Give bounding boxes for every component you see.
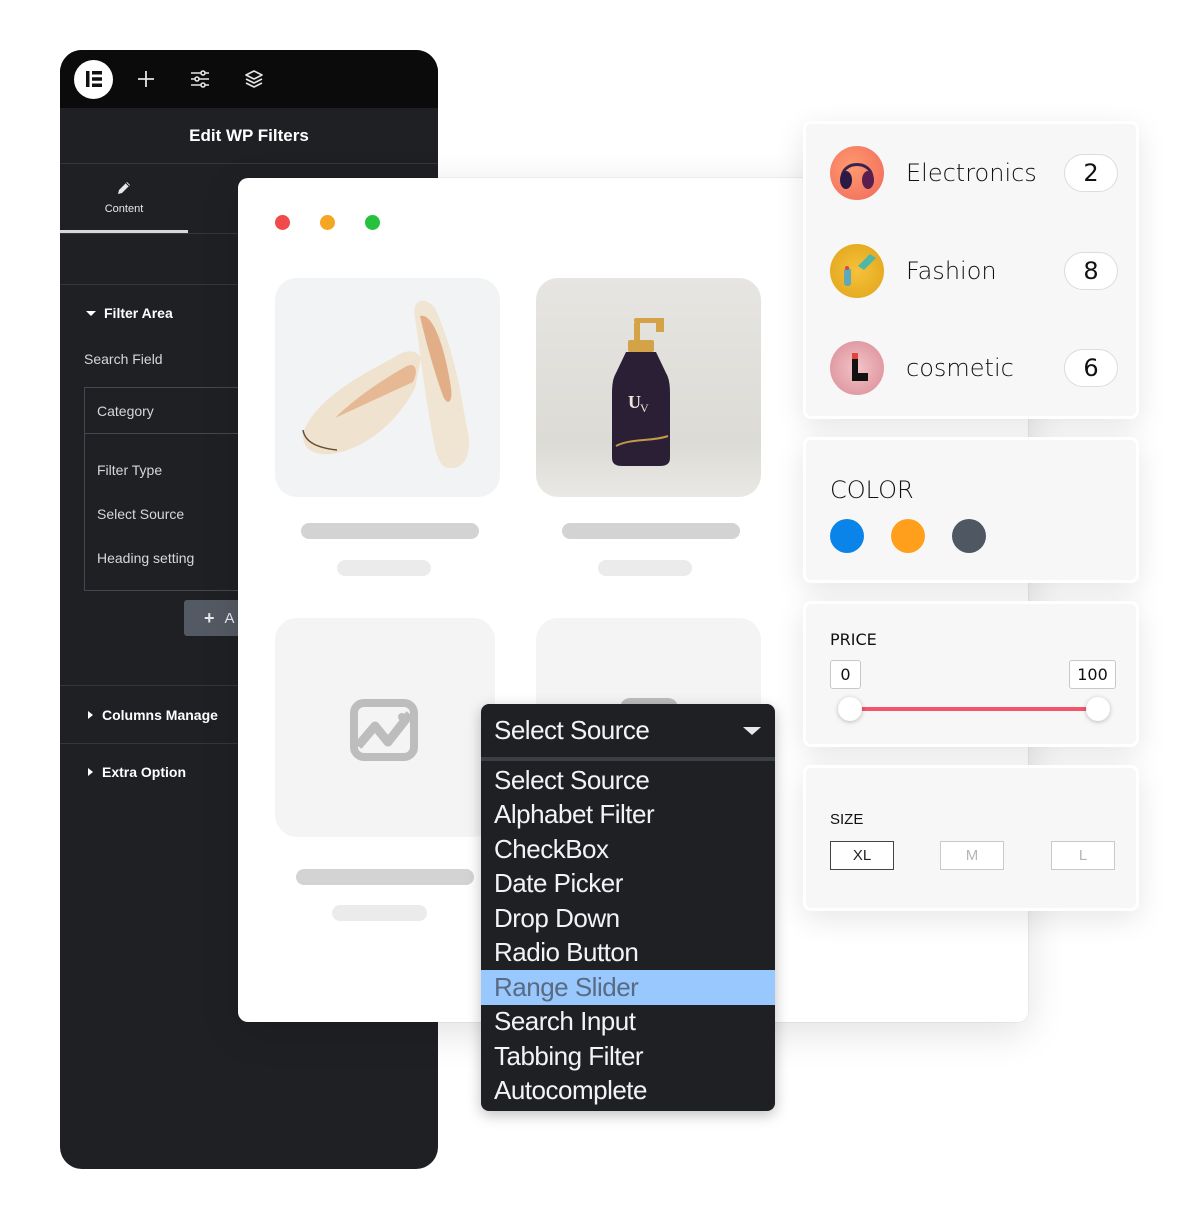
plus-icon[interactable] [119,59,173,99]
color-swatch-blue[interactable] [830,519,864,553]
product-price-placeholder [337,560,431,576]
section-label: Columns Manage [102,707,218,723]
category-name: Electronics [906,159,1037,187]
category-count: 8 [1064,252,1118,290]
bottle-image-icon: U V [612,318,670,466]
color-label: COLOR [830,476,914,504]
price-label: PRICE [830,630,877,649]
dropdown-option[interactable]: Select Source [481,763,775,798]
category-name: Fashion [906,257,997,285]
caret-right-icon [88,768,93,776]
price-min-input[interactable]: 0 [830,660,861,689]
maximize-dot-icon[interactable] [365,215,380,230]
size-option-l[interactable]: L [1051,841,1115,870]
dropdown-selected[interactable]: Select Source [481,704,775,761]
select-source-dropdown[interactable]: Select Source Select Source Alphabet Fil… [481,704,775,1111]
section-label: Extra Option [102,764,187,780]
dropdown-option[interactable]: Tabbing Filter [481,1039,775,1074]
caret-down-icon [743,726,761,735]
color-swatch-orange[interactable] [891,519,925,553]
add-item-label: A [224,609,235,627]
window-controls [275,215,380,230]
editor-toolbar [60,50,438,108]
price-max-input[interactable]: 100 [1069,660,1116,689]
lipstick-avatar-icon [830,341,884,395]
product-price-placeholder [332,905,427,921]
color-swatch-gray[interactable] [952,519,986,553]
category-name: cosmetic [906,354,1014,382]
panel-title: Edit WP Filters [60,108,438,164]
size-option-m[interactable]: M [940,841,1004,870]
dropdown-option[interactable]: Alphabet Filter [481,798,775,833]
caret-right-icon [88,711,93,719]
category-filter-widget: Electronics 2 Fashion 8 cosmetic 6 [803,121,1139,419]
tab-content[interactable]: Content [60,164,188,233]
section-columns-manage[interactable]: Columns Manage [60,707,218,723]
product-title-placeholder [296,869,474,885]
price-filter-widget: PRICE 0 100 [803,601,1139,747]
product-price-placeholder [598,560,692,576]
category-item-cosmetic[interactable]: cosmetic 6 [830,341,1118,395]
filter-area-heading: Filter Area [104,305,173,321]
close-dot-icon[interactable] [275,215,290,230]
sneakers-avatar-icon [830,244,884,298]
pencil-icon [115,179,133,197]
price-slider-max-handle[interactable] [1086,697,1110,721]
product-card-placeholder[interactable] [275,618,495,837]
minimize-dot-icon[interactable] [320,215,335,230]
product-title-placeholder [301,523,479,539]
category-item-fashion[interactable]: Fashion 8 [830,244,1118,298]
section-extra-option[interactable]: Extra Option [60,764,186,780]
dropdown-option[interactable]: Drop Down [481,901,775,936]
elementor-logo-icon[interactable] [74,59,113,99]
dropdown-options: Select Source Alphabet Filter CheckBox D… [481,761,775,1108]
dropdown-option[interactable]: Radio Button [481,936,775,971]
dropdown-selected-value: Select Source [494,715,650,745]
category-count: 2 [1064,154,1118,192]
size-option-xl[interactable]: XL [830,841,894,870]
dropdown-option[interactable]: Date Picker [481,867,775,902]
plus-icon: + [204,607,215,628]
dropdown-option[interactable]: CheckBox [481,832,775,867]
layers-icon[interactable] [227,59,281,99]
price-slider-min-handle[interactable] [838,697,862,721]
product-title-placeholder [562,523,740,539]
price-range-track [850,707,1098,711]
color-filter-widget: COLOR [803,437,1139,583]
dropdown-option[interactable]: Search Input [481,1005,775,1040]
svg-text:V: V [640,401,649,415]
dropdown-option[interactable]: Autocomplete [481,1074,775,1109]
tab-content-label: Content [104,203,144,215]
sliders-icon[interactable] [173,59,227,99]
dropdown-option-highlighted[interactable]: Range Slider [481,970,775,1005]
product-card-image[interactable] [275,278,500,497]
size-label: SIZE [830,811,864,828]
category-item-electronics[interactable]: Electronics 2 [830,146,1118,200]
image-placeholder-icon [350,699,418,761]
caret-down-icon [86,310,96,316]
shoes-image-icon [302,300,469,469]
headphones-avatar-icon [830,146,884,200]
product-card-image[interactable]: U V [536,278,761,497]
category-count: 6 [1064,349,1118,387]
size-filter-widget: SIZE XL M L [803,765,1139,911]
